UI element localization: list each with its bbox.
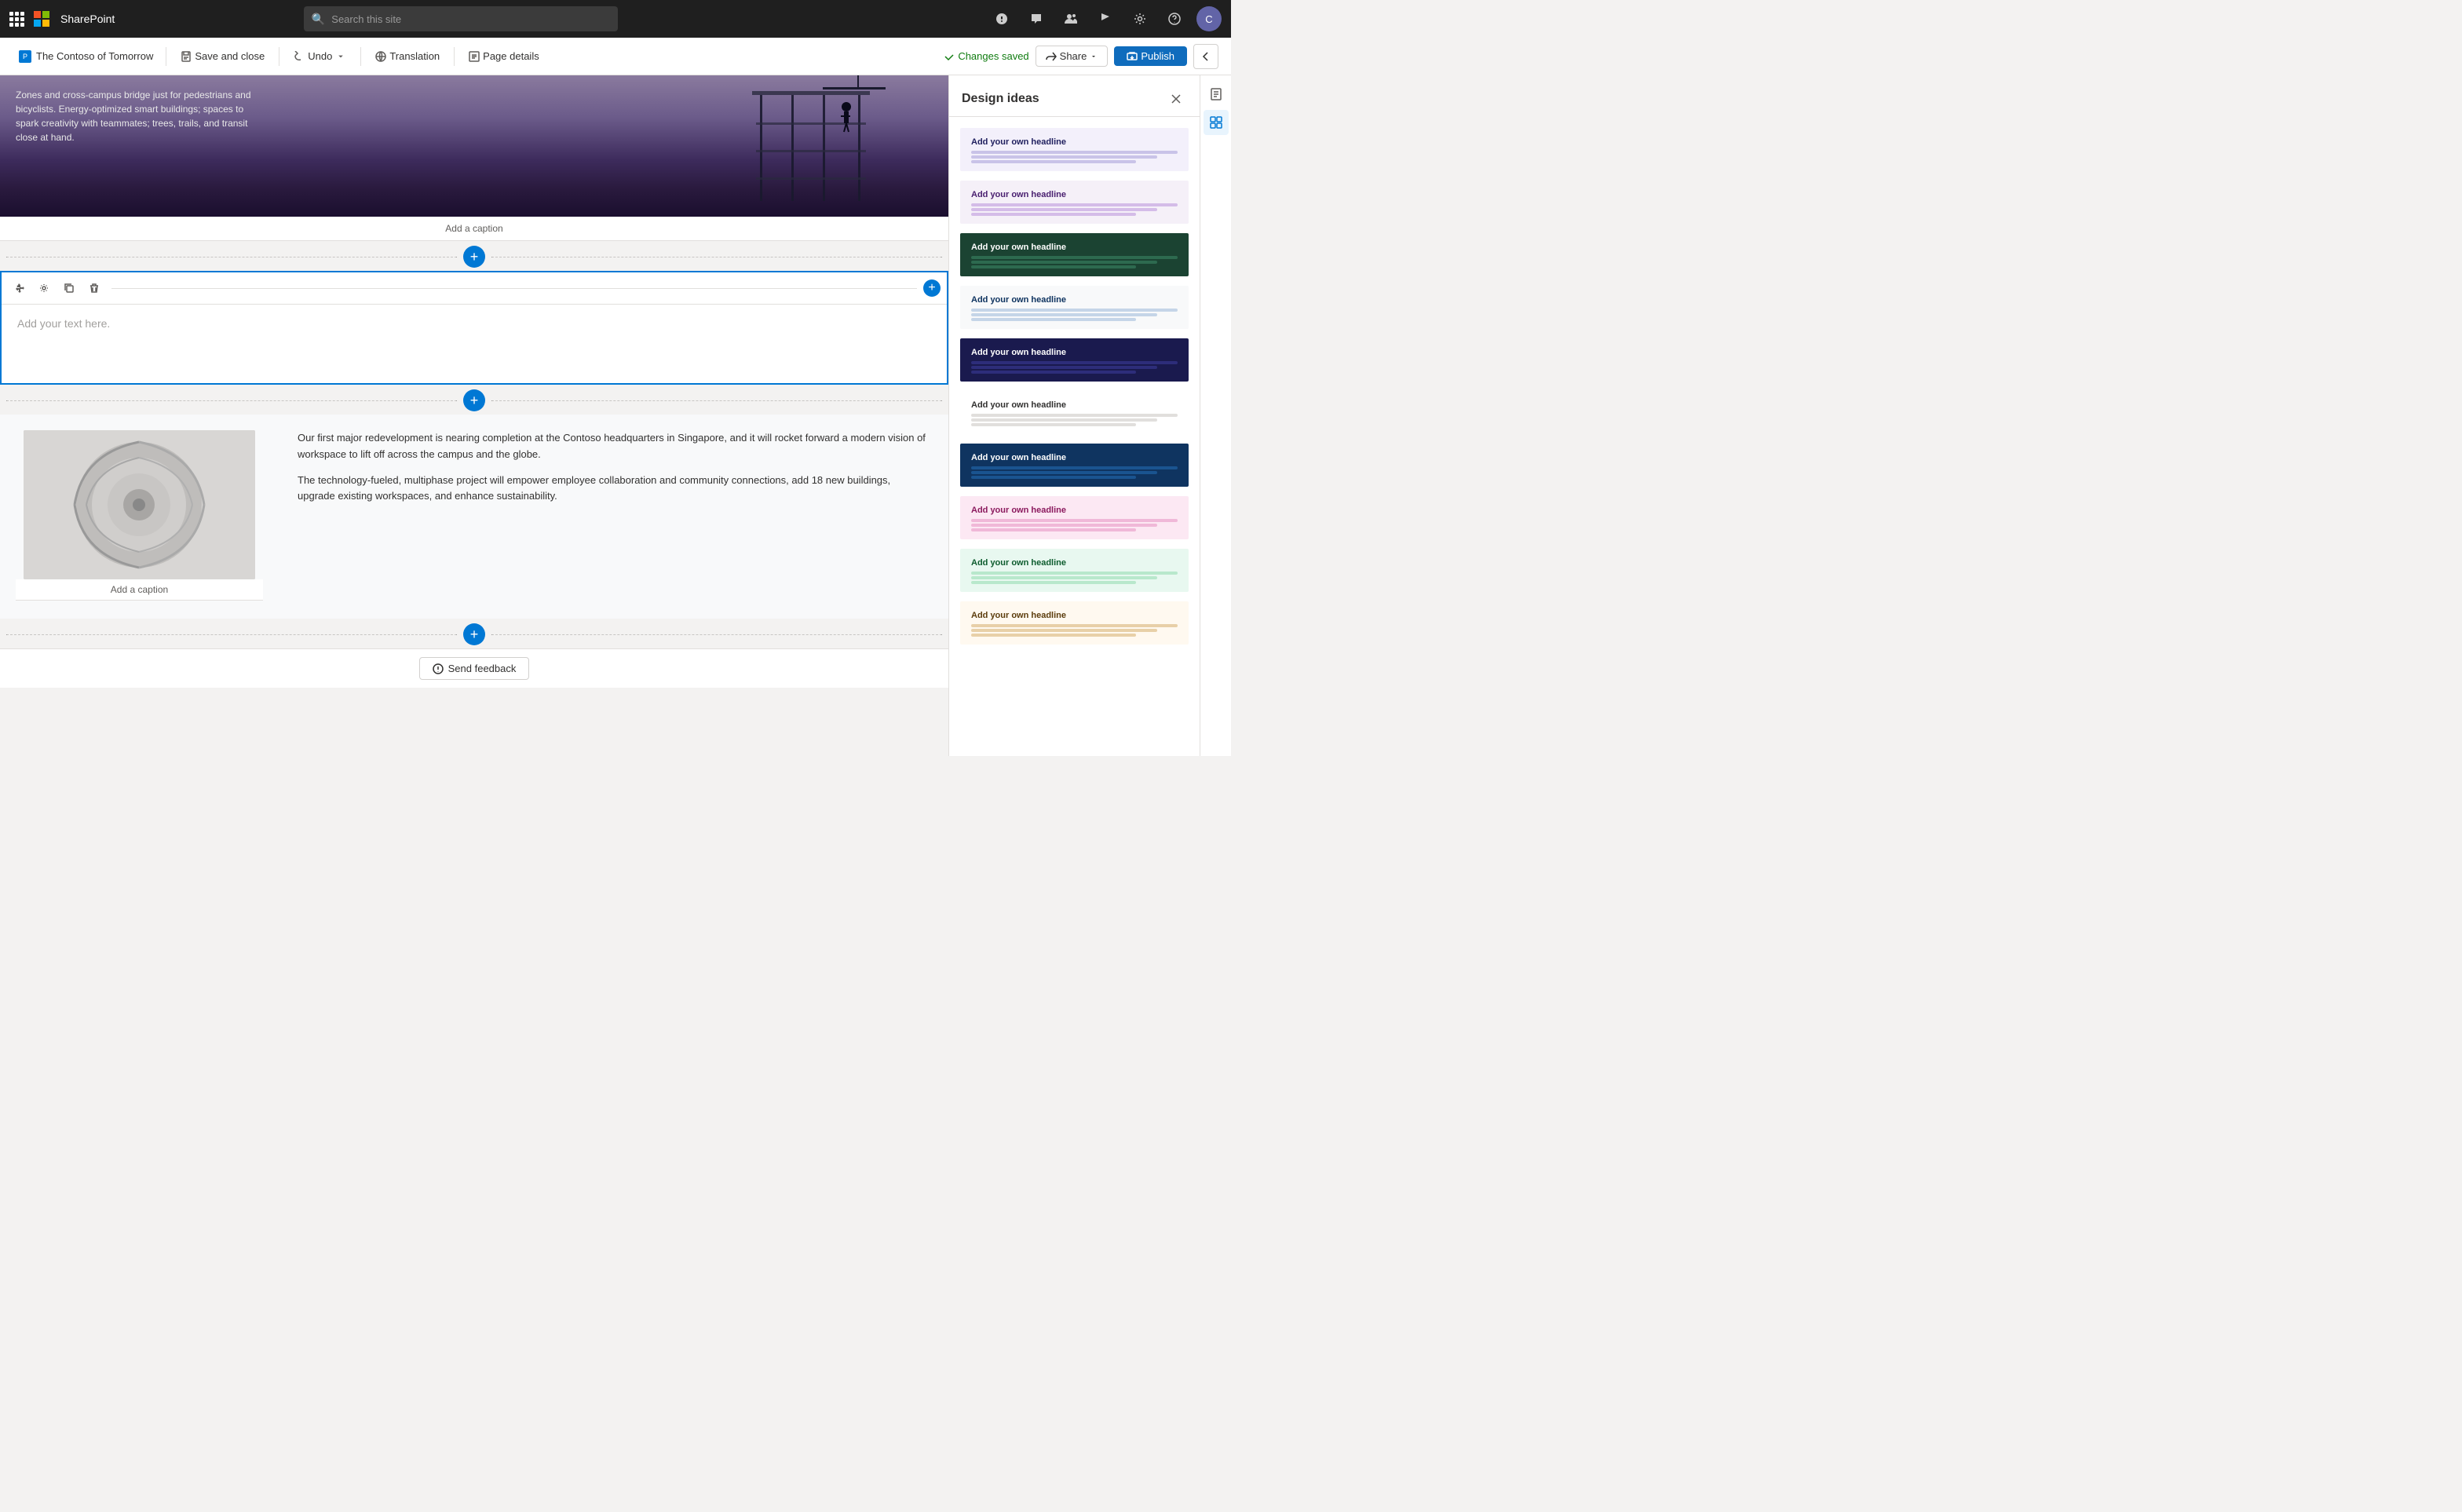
design-panel: Design ideas Add your own headline Add y… [948, 75, 1200, 756]
scaffold-image [713, 75, 909, 217]
hero-caption[interactable]: Add a caption [0, 217, 948, 241]
design-idea-card[interactable]: Add your own headline [959, 442, 1190, 488]
app-grid-button[interactable] [9, 12, 24, 27]
right-mini-bar [1200, 75, 1231, 756]
design-idea-card[interactable]: Add your own headline [959, 337, 1190, 383]
help-pane-icon[interactable] [989, 6, 1014, 31]
text-editor-body[interactable]: Add your text here. [2, 305, 947, 383]
design-panel-close[interactable] [1165, 88, 1187, 110]
search-bar[interactable]: 🔍 [304, 6, 618, 31]
image-caption[interactable]: Add a caption [16, 579, 263, 601]
save-close-button[interactable]: Save and close [173, 47, 272, 65]
col-image-area: Add a caption [0, 415, 279, 619]
design-panel-title: Design ideas [962, 92, 1039, 106]
search-input[interactable] [331, 13, 610, 25]
toolbar2: P The Contoso of Tomorrow Save and close… [0, 38, 1231, 75]
grid-icon [9, 12, 24, 27]
col-para-1: Our first major redevelopment is nearing… [298, 430, 930, 463]
page-icon: P [19, 50, 31, 63]
collapse-button[interactable] [1193, 44, 1218, 69]
add-section-3: + [0, 620, 948, 648]
design-panel-header: Design ideas [949, 75, 1200, 117]
move-button[interactable] [8, 277, 30, 299]
people-icon[interactable] [1058, 6, 1083, 31]
app-name: SharePoint [60, 13, 115, 25]
flag-icon[interactable] [1093, 6, 1118, 31]
content-area[interactable]: Zones and cross-campus bridge just for p… [0, 75, 948, 756]
microsoft-logo [34, 11, 49, 27]
changes-saved-status: Changes saved [944, 50, 1028, 62]
text-editor-toolbar: + [2, 272, 947, 305]
delete-button[interactable] [83, 277, 105, 299]
hero-text-panel: Zones and cross-campus bridge just for p… [0, 75, 283, 217]
page-title: The Contoso of Tomorrow [36, 50, 153, 62]
design-idea-card[interactable]: Add your own headline [959, 600, 1190, 646]
page-breadcrumb[interactable]: P The Contoso of Tomorrow [13, 47, 159, 66]
add-section-button-1[interactable]: + [463, 246, 485, 268]
design-idea-card[interactable]: Add your own headline [959, 284, 1190, 331]
comment-icon[interactable] [1024, 6, 1049, 31]
design-idea-card[interactable]: Add your own headline [959, 232, 1190, 278]
design-idea-card[interactable]: Add your own headline [959, 547, 1190, 593]
toolbar-right: Changes saved Share Publish [944, 44, 1218, 69]
add-in-toolbar[interactable]: + [923, 279, 941, 297]
add-section-1: + [0, 243, 948, 271]
mini-page-icon[interactable] [1204, 82, 1229, 107]
main-layout: Zones and cross-campus bridge just for p… [0, 75, 1231, 756]
design-idea-card[interactable]: Add your own headline [959, 495, 1190, 541]
spiral-staircase-svg [24, 430, 255, 579]
topbar: SharePoint 🔍 C [0, 0, 1231, 38]
mini-design-icon[interactable] [1204, 110, 1229, 135]
send-feedback-button[interactable]: Send feedback [419, 657, 530, 680]
translation-button[interactable]: Translation [367, 47, 447, 65]
toolbar-left: P The Contoso of Tomorrow Save and close… [13, 47, 944, 66]
edit-settings-button[interactable] [33, 277, 55, 299]
feedback-icon [433, 663, 444, 674]
settings-icon[interactable] [1127, 6, 1152, 31]
publish-button[interactable]: Publish [1114, 46, 1187, 66]
two-col-section: Add a caption Our first major redevelopm… [0, 415, 948, 619]
toolbar-divider-3 [360, 47, 361, 66]
col-para-2: The technology-fueled, multiphase projec… [298, 473, 930, 506]
duplicate-button[interactable] [58, 277, 80, 299]
close-icon [1171, 94, 1181, 104]
text-editor-placeholder: Add your text here. [17, 317, 110, 330]
hero-section: Zones and cross-campus bridge just for p… [0, 75, 948, 241]
feedback-label: Send feedback [448, 663, 517, 674]
hero-text: Zones and cross-campus bridge just for p… [16, 88, 267, 144]
page-details-button[interactable]: Page details [461, 47, 547, 65]
user-avatar[interactable]: C [1196, 6, 1222, 31]
design-idea-card[interactable]: Add your own headline [959, 126, 1190, 173]
spiral-image [24, 430, 255, 579]
design-panel-body[interactable]: Add your own headline Add your own headl… [949, 117, 1200, 756]
design-idea-card[interactable]: Add your own headline [959, 389, 1190, 436]
text-editor-section: + Add your text here. [0, 271, 948, 385]
search-icon: 🔍 [312, 13, 325, 26]
undo-button[interactable]: Undo [286, 47, 354, 65]
add-section-2: + [0, 386, 948, 415]
topbar-icons: C [989, 6, 1222, 31]
col-text-area: Our first major redevelopment is nearing… [279, 415, 948, 619]
hero-image-section: Zones and cross-campus bridge just for p… [0, 75, 948, 217]
add-section-button-2[interactable]: + [463, 389, 485, 411]
toolbar-divider-4 [454, 47, 455, 66]
add-section-button-3[interactable]: + [463, 623, 485, 645]
feedback-bar: Send feedback [0, 648, 948, 688]
help-icon[interactable] [1162, 6, 1187, 31]
design-idea-card[interactable]: Add your own headline [959, 179, 1190, 225]
share-button[interactable]: Share [1036, 46, 1109, 67]
